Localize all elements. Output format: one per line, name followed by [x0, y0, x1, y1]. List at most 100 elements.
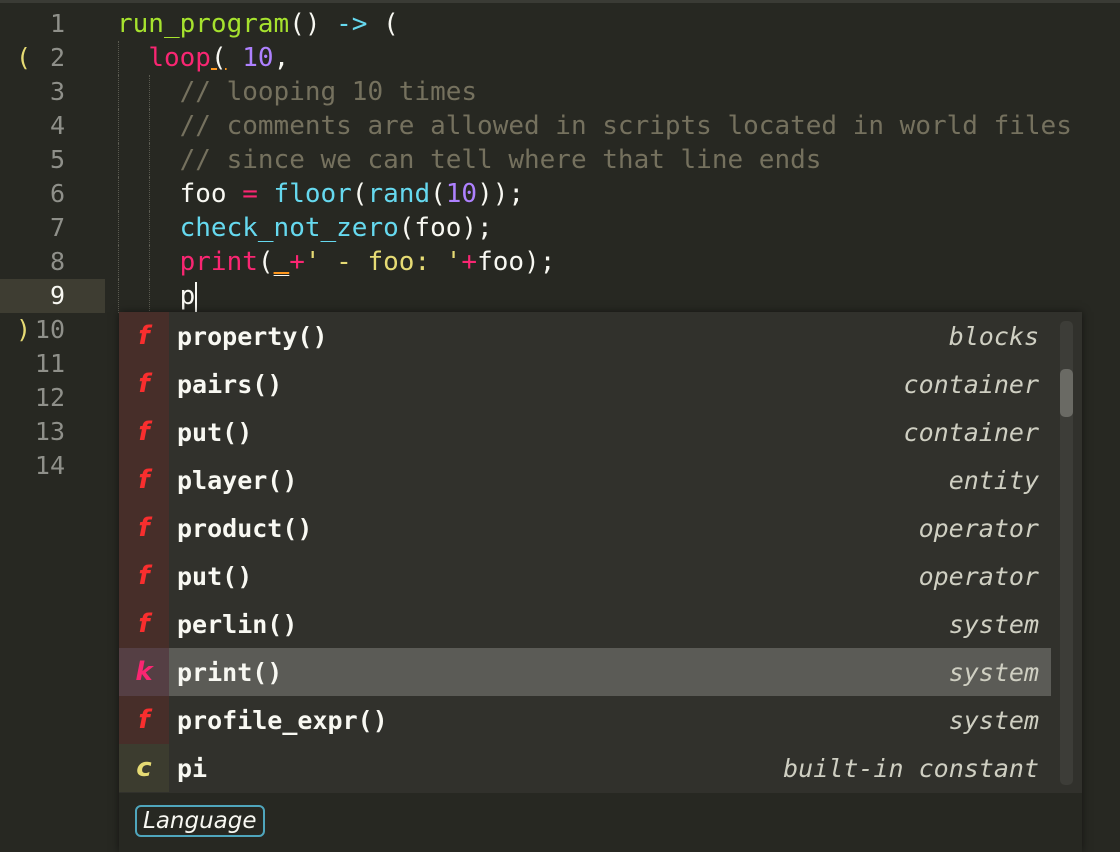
kind-f-icon: f — [119, 696, 169, 744]
code-token: )); — [477, 179, 525, 209]
scrollbar-thumb[interactable] — [1060, 369, 1073, 417]
bracket-marker: ( — [16, 43, 32, 72]
code-editor[interactable]: run_program() -> ( loop( 10, // looping … — [117, 7, 1120, 313]
autocomplete-item[interactable]: f product() operator — [119, 504, 1051, 552]
autocomplete-item[interactable]: k print() system — [119, 648, 1051, 696]
code-line: // looping 10 times — [117, 75, 1120, 109]
item-type: operator — [918, 561, 1039, 591]
item-name: pi — [177, 753, 208, 783]
kind-c-icon: c — [119, 744, 169, 792]
kind-f-icon: f — [119, 504, 169, 552]
item-name: profile_expr() — [177, 705, 388, 735]
kind-k-icon: k — [119, 648, 169, 696]
autocomplete-item[interactable]: c pi built-in constant — [119, 744, 1051, 792]
indent-guide — [118, 143, 119, 177]
code-line: loop( 10, — [117, 41, 1120, 75]
item-name: perlin() — [177, 609, 298, 639]
indent-guide — [118, 41, 119, 75]
code-token: p — [117, 281, 196, 311]
indent-guide — [149, 143, 150, 177]
indent-guide — [149, 211, 150, 245]
code-line: print(_+' - foo: '+foo); — [117, 245, 1120, 279]
code-line: // comments are allowed in scripts locat… — [117, 109, 1120, 143]
indent-guide — [118, 279, 119, 313]
code-token: + — [289, 247, 305, 277]
autocomplete-item[interactable]: f pairs() container — [119, 360, 1051, 408]
code-token: _ — [273, 247, 290, 277]
language-label[interactable]: Language — [135, 805, 265, 837]
code-token: ( — [367, 9, 399, 39]
item-name: put() — [177, 561, 253, 591]
item-type: system — [948, 657, 1039, 687]
code-token: rand — [367, 179, 431, 209]
item-name: print() — [177, 657, 283, 687]
item-type: container — [903, 369, 1039, 399]
code-token: 10 — [445, 179, 478, 209]
item-type: built-in constant — [783, 753, 1039, 783]
autocomplete-item[interactable]: f property() blocks — [119, 312, 1051, 360]
code-token: floor — [273, 179, 352, 209]
code-token: // since we can tell where that line end… — [179, 145, 822, 175]
item-type: blocks — [948, 321, 1039, 351]
kind-f-icon: f — [119, 600, 169, 648]
indent-guide — [118, 75, 119, 109]
line-number: 3 — [49, 77, 65, 106]
indent-guide — [149, 245, 150, 279]
code-token: foo); — [477, 247, 556, 277]
line-number: 8 — [49, 247, 65, 276]
item-type: entity — [948, 465, 1039, 495]
kind-f-icon: f — [119, 456, 169, 504]
item-type: container — [903, 417, 1039, 447]
item-name: pairs() — [177, 369, 283, 399]
code-token: + — [461, 247, 478, 277]
top-border — [0, 0, 1120, 3]
code-token: print — [179, 247, 258, 277]
indent-guide — [118, 245, 119, 279]
line-number: 4 — [49, 111, 65, 140]
indent-guide — [149, 75, 150, 109]
autocomplete-footer: Language — [119, 793, 1082, 852]
code-token: ' - foo: ' — [304, 247, 462, 277]
line-number: 10) — [0, 313, 105, 347]
code-token: (foo); — [398, 213, 493, 243]
line-number-gutter: 1 2(3 4 5 6 7 8 9 10) 11 12 13 14 — [0, 7, 105, 483]
code-token: ( — [257, 247, 274, 277]
autocomplete-item[interactable]: f put() container — [119, 408, 1051, 456]
line-number: 5 — [49, 145, 65, 174]
item-type: system — [948, 705, 1039, 735]
code-token: -> — [336, 9, 368, 39]
item-type: system — [948, 609, 1039, 639]
item-name: property() — [177, 321, 328, 351]
code-token: () — [289, 9, 337, 39]
line-number: 14 — [34, 451, 65, 480]
code-line: foo = floor(rand(10)); — [117, 177, 1120, 211]
bracket-marker: ) — [16, 315, 32, 344]
line-number: 9 — [0, 279, 105, 313]
line-number: 12 — [34, 383, 65, 412]
kind-f-icon: f — [119, 552, 169, 600]
text-cursor — [195, 281, 198, 312]
autocomplete-item[interactable]: f player() entity — [119, 456, 1051, 504]
autocomplete-item[interactable]: f profile_expr() system — [119, 696, 1051, 744]
indent-guide — [118, 109, 119, 143]
item-name: put() — [177, 417, 253, 447]
indent-guide — [118, 177, 119, 211]
autocomplete-item[interactable]: f put() operator — [119, 552, 1051, 600]
indent-guide — [149, 177, 150, 211]
code-token: // looping 10 times — [179, 77, 478, 107]
line-number: 6 — [49, 179, 65, 208]
autocomplete-item[interactable]: f perlin() system — [119, 600, 1051, 648]
code-token: // comments are allowed in scripts locat… — [179, 111, 1072, 141]
code-token: , — [273, 43, 290, 73]
kind-f-icon: f — [119, 408, 169, 456]
indent-guide — [149, 279, 150, 313]
item-name: product() — [177, 513, 313, 543]
code-line: run_program() -> ( — [117, 7, 1120, 41]
indent-guide — [118, 211, 119, 245]
item-name: player() — [177, 465, 298, 495]
code-token: check_not_zero — [179, 213, 399, 243]
autocomplete-scrollbar[interactable] — [1060, 321, 1073, 785]
